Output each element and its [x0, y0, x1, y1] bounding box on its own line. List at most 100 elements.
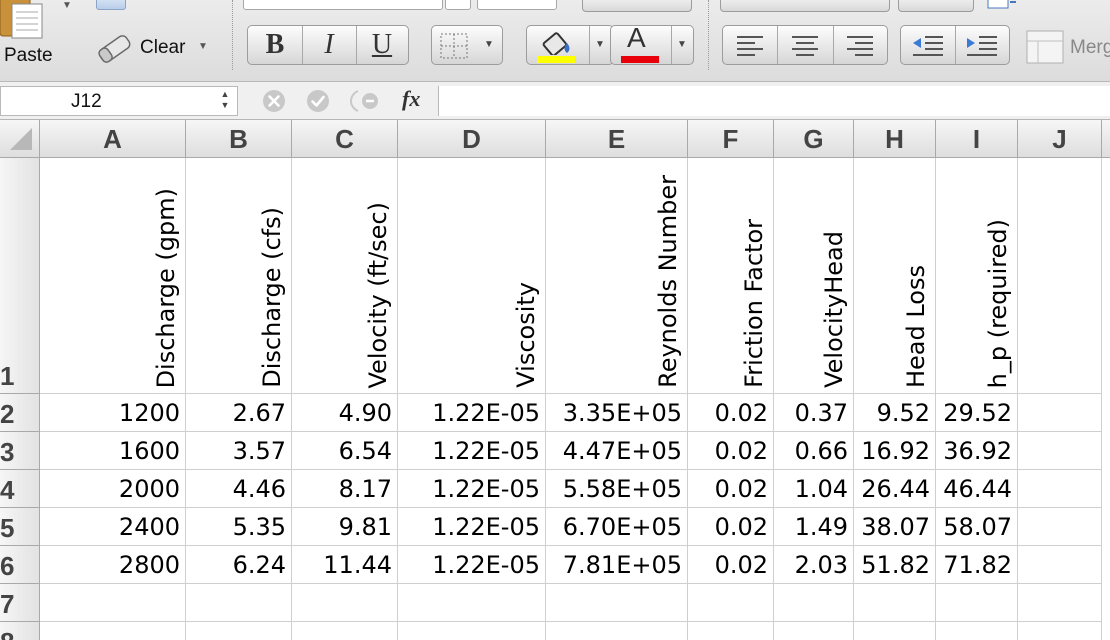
cell-h6[interactable]: 51.82: [854, 546, 936, 584]
cancel-icon[interactable]: [262, 89, 286, 113]
column-header-c[interactable]: C: [292, 120, 398, 158]
cell-g4[interactable]: 1.04: [774, 470, 854, 508]
align-right-button[interactable]: [833, 26, 887, 64]
cell-d6[interactable]: 1.22E-05: [398, 546, 546, 584]
format-painter-button[interactable]: [96, 0, 126, 10]
cell-b3[interactable]: 3.57: [186, 432, 292, 470]
cell-a3[interactable]: 1600: [40, 432, 186, 470]
cell-i4[interactable]: 46.44: [936, 470, 1018, 508]
paste-dropdown-icon[interactable]: ▼: [62, 0, 72, 11]
cell-f5[interactable]: 0.02: [688, 508, 774, 546]
cell-a2[interactable]: 1200: [40, 394, 186, 432]
column-header-a[interactable]: A: [40, 120, 186, 158]
cell-c2[interactable]: 4.90: [292, 394, 398, 432]
borders-button[interactable]: ▼: [431, 25, 503, 65]
vertical-align-buttons[interactable]: [720, 0, 890, 12]
header-cell-g1[interactable]: VelocityHead: [774, 158, 854, 394]
italic-button[interactable]: I: [302, 26, 356, 64]
cell-h2[interactable]: 9.52: [854, 394, 936, 432]
paste-icon[interactable]: [0, 0, 46, 40]
merge-cells-icon[interactable]: [1026, 30, 1064, 64]
cell-e5[interactable]: 6.70E+05: [546, 508, 688, 546]
column-header-h[interactable]: H: [854, 120, 936, 158]
header-cell-e1[interactable]: Reynolds Number: [546, 158, 688, 394]
eraser-icon[interactable]: [94, 32, 134, 64]
cell-d3[interactable]: 1.22E-05: [398, 432, 546, 470]
orientation-button[interactable]: [898, 0, 974, 12]
cell-d4[interactable]: 1.22E-05: [398, 470, 546, 508]
header-cell-a1[interactable]: Discharge (gpm): [40, 158, 186, 394]
column-header-e[interactable]: E: [546, 120, 688, 158]
cell-g2[interactable]: 0.37: [774, 394, 854, 432]
row-header-1[interactable]: 1: [0, 158, 40, 394]
row-header-8[interactable]: 8: [0, 622, 40, 640]
cell-a4[interactable]: 2000: [40, 470, 186, 508]
header-cell-b1[interactable]: Discharge (cfs): [186, 158, 292, 394]
column-header-g[interactable]: G: [774, 120, 854, 158]
row-header-4[interactable]: 4: [0, 470, 40, 508]
header-cell-d1[interactable]: Viscosity: [398, 158, 546, 394]
font-size-buttons[interactable]: [582, 0, 692, 12]
cell-g5[interactable]: 1.49: [774, 508, 854, 546]
paste-button-label[interactable]: Paste: [4, 45, 53, 67]
row-header-5[interactable]: 5: [0, 508, 40, 546]
cell-i6[interactable]: 71.82: [936, 546, 1018, 584]
font-size-field[interactable]: [477, 0, 557, 10]
cell-b5[interactable]: 5.35: [186, 508, 292, 546]
cell-f6[interactable]: 0.02: [688, 546, 774, 584]
header-cell-h1[interactable]: Head Loss: [854, 158, 936, 394]
fx-label[interactable]: fx: [402, 86, 420, 112]
cell-d5[interactable]: 1.22E-05: [398, 508, 546, 546]
insert-function-icon[interactable]: [350, 89, 390, 113]
cell-i2[interactable]: 29.52: [936, 394, 1018, 432]
row-header-3[interactable]: 3: [0, 432, 40, 470]
cell-f3[interactable]: 0.02: [688, 432, 774, 470]
merge-button-label[interactable]: Merg: [1070, 37, 1110, 59]
fill-color-dropdown-icon[interactable]: ▼: [595, 39, 605, 50]
fill-color-button[interactable]: ▼: [526, 25, 614, 65]
font-color-button[interactable]: A ▼: [610, 22, 694, 65]
cell-c5[interactable]: 9.81: [292, 508, 398, 546]
cell-f2[interactable]: 0.02: [688, 394, 774, 432]
cell-e2[interactable]: 3.35E+05: [546, 394, 688, 432]
cell-d2[interactable]: 1.22E-05: [398, 394, 546, 432]
increase-indent-button[interactable]: [955, 26, 1009, 64]
header-cell-f1[interactable]: Friction Factor: [688, 158, 774, 394]
select-all-corner[interactable]: [0, 120, 40, 158]
cell-c6[interactable]: 11.44: [292, 546, 398, 584]
cell-c4[interactable]: 8.17: [292, 470, 398, 508]
row-header-2[interactable]: 2: [0, 394, 40, 432]
cell-b4[interactable]: 4.46: [186, 470, 292, 508]
borders-dropdown-icon[interactable]: ▼: [484, 39, 494, 50]
cell-a5[interactable]: 2400: [40, 508, 186, 546]
column-header-i[interactable]: I: [936, 120, 1018, 158]
cell-e6[interactable]: 7.81E+05: [546, 546, 688, 584]
formula-input[interactable]: [438, 86, 1110, 116]
underline-button[interactable]: U: [356, 26, 408, 64]
align-center-button[interactable]: [777, 26, 833, 64]
header-cell-i1[interactable]: h_p (required): [936, 158, 1018, 394]
column-header-f[interactable]: F: [688, 120, 774, 158]
cell-g6[interactable]: 2.03: [774, 546, 854, 584]
row-header-7[interactable]: 7: [0, 584, 40, 622]
column-header-d[interactable]: D: [398, 120, 546, 158]
cell-c3[interactable]: 6.54: [292, 432, 398, 470]
clear-dropdown-icon[interactable]: ▼: [198, 41, 208, 52]
name-box[interactable]: J12 ▲ ▼: [0, 86, 238, 116]
column-header-b[interactable]: B: [186, 120, 292, 158]
decrease-indent-button[interactable]: [901, 26, 955, 64]
cell-e4[interactable]: 5.58E+05: [546, 470, 688, 508]
cell-b6[interactable]: 6.24: [186, 546, 292, 584]
bold-button[interactable]: B: [248, 26, 302, 64]
cell-h5[interactable]: 38.07: [854, 508, 936, 546]
clear-button-label[interactable]: Clear: [140, 37, 185, 59]
wrap-text-icon[interactable]: [986, 0, 1016, 12]
align-left-button[interactable]: [723, 26, 777, 64]
font-name-dropdown[interactable]: [445, 0, 471, 10]
cell-f4[interactable]: 0.02: [688, 470, 774, 508]
confirm-icon[interactable]: [306, 89, 330, 113]
font-color-dropdown-icon[interactable]: ▼: [677, 39, 687, 50]
row-header-6[interactable]: 6: [0, 546, 40, 584]
cell-e3[interactable]: 4.47E+05: [546, 432, 688, 470]
name-box-stepper[interactable]: ▲ ▼: [215, 89, 235, 113]
